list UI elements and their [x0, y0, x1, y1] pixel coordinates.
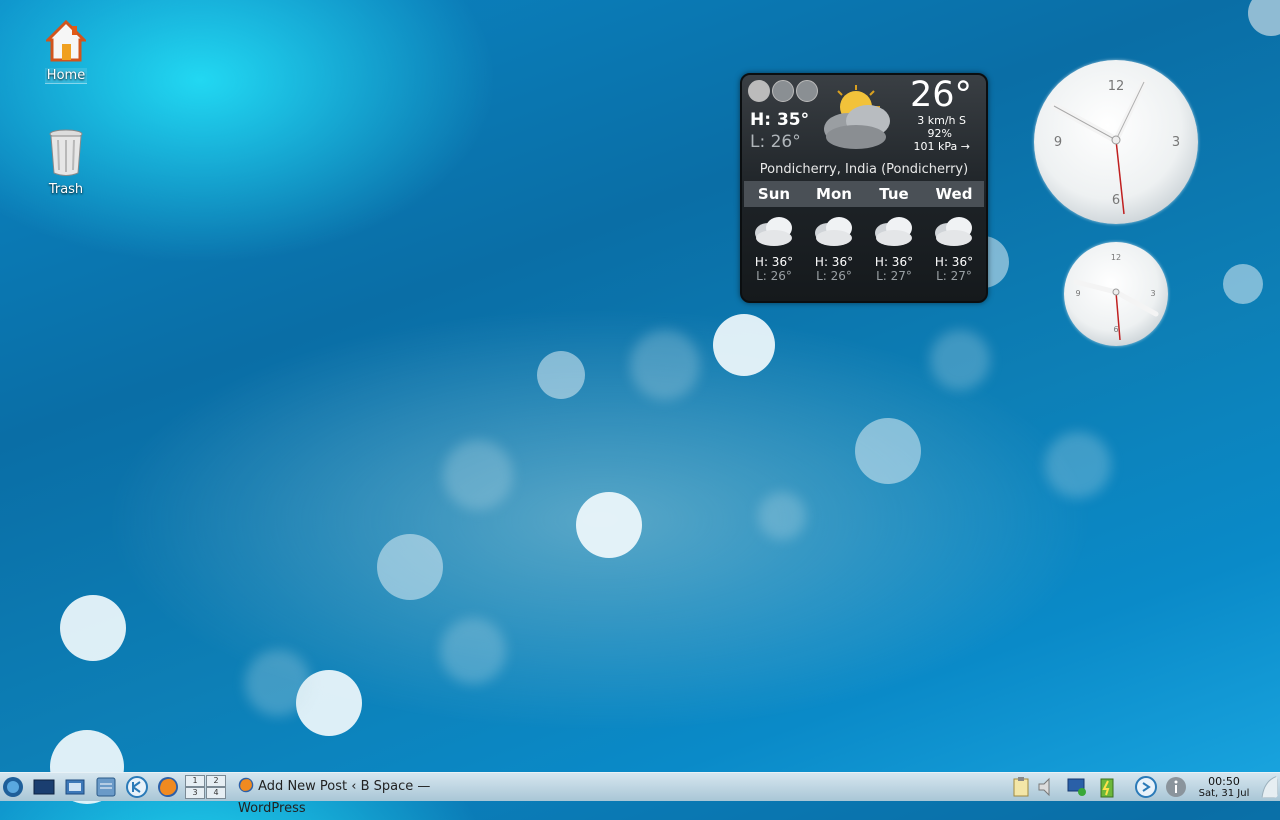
taskbar: 1 2 3 4 Add New Post ‹ B Space — WordPre…	[0, 772, 1280, 816]
pager-desktop[interactable]: 3	[185, 787, 205, 799]
pager-desktop[interactable]: 1	[185, 775, 205, 787]
weather-widget[interactable]: 26° H: 35° L: 26° 3 km/h S 92% 101 kPa →…	[740, 73, 988, 303]
firefox-icon	[238, 777, 254, 793]
panel-toolbox-icon[interactable]	[1260, 776, 1278, 798]
analog-clock-small[interactable]: 12 3 6 9	[1064, 242, 1168, 346]
clock-numeral: 12	[1111, 253, 1121, 262]
wind-speed: 3 km/h S	[917, 114, 966, 127]
file-manager-icon[interactable]	[95, 776, 117, 798]
clock-numeral: 12	[1108, 79, 1125, 94]
show-desktop-icon[interactable]	[33, 776, 55, 798]
forecast-days-header: Sun Mon Tue Wed	[744, 181, 984, 207]
clipboard-icon[interactable]	[1010, 776, 1032, 798]
forecast-day: Mon	[816, 185, 852, 203]
trash-icon	[49, 129, 83, 176]
konqueror-icon[interactable]	[126, 776, 148, 798]
forecast-low: L: 27°	[876, 269, 912, 283]
forecast-high: H: 36°	[814, 255, 854, 269]
globe-icon[interactable]	[796, 80, 818, 102]
desktop-icon-label: Home	[44, 68, 88, 84]
pressure: 101 kPa →	[913, 140, 970, 153]
clock-numeral: 3	[1172, 135, 1180, 150]
sun-icon[interactable]	[748, 80, 770, 102]
analog-clock-large[interactable]: 12 3 6 9	[1034, 60, 1198, 224]
pager-desktop[interactable]: 2	[206, 775, 226, 787]
cloudy-icon	[755, 217, 792, 246]
cloudy-icon	[935, 217, 972, 246]
clock-face-icon: 12 3 6 9	[1073, 253, 1159, 341]
partly-cloudy-icon	[824, 85, 890, 149]
forecast-list: H: 36° L: 26° H: 36° L: 26° H: 36° L: 27…	[744, 211, 984, 283]
volume-icon[interactable]	[1036, 776, 1058, 798]
forecast-day: Sun	[757, 185, 791, 203]
task-title: Add New Post ‹ B Space — WordPress	[238, 779, 431, 816]
current-temperature: 26°	[909, 75, 972, 115]
clock-face-icon: 12 3 6 9	[1050, 79, 1180, 215]
clock-numeral: 6	[1112, 193, 1120, 208]
cloudy-icon	[875, 217, 912, 246]
forecast-item: H: 36° L: 26°	[744, 211, 804, 283]
home-folder-icon	[44, 19, 88, 62]
pager-desktop[interactable]: 4	[206, 787, 226, 799]
location-label: Pondicherry, India (Pondicherry)	[759, 162, 969, 177]
desktop-icon-trash[interactable]: Trash	[36, 128, 96, 197]
today-low: L: 26°	[750, 132, 801, 152]
desktop-icon-home[interactable]: Home	[36, 19, 96, 84]
clock-numeral: 9	[1075, 289, 1080, 298]
kde-menu-icon[interactable]	[2, 776, 24, 798]
forecast-item: H: 36° L: 27°	[864, 211, 924, 283]
notifications-icon[interactable]	[1165, 776, 1187, 798]
forecast-day: Tue	[879, 185, 909, 203]
firefox-icon[interactable]	[157, 776, 179, 798]
taskbar-task-firefox[interactable]: Add New Post ‹ B Space — WordPress	[238, 776, 498, 816]
forecast-high: H: 36°	[754, 255, 794, 269]
forecast-high: H: 36°	[934, 255, 974, 269]
battery-icon[interactable]	[1096, 776, 1118, 798]
forecast-high: H: 36°	[874, 255, 914, 269]
humidity: 92%	[927, 127, 952, 140]
taskbar-clock[interactable]: 00:50 Sat, 31 Jul	[1188, 773, 1260, 799]
forecast-low: L: 26°	[816, 269, 852, 283]
clock-time: 00:50	[1208, 775, 1240, 788]
info-icon[interactable]	[772, 80, 794, 102]
virtual-desktop-pager[interactable]: 1 2 3 4	[185, 775, 227, 799]
clock-numeral: 3	[1150, 289, 1155, 298]
system-settings-icon[interactable]	[64, 776, 86, 798]
cloudy-icon	[815, 217, 852, 246]
today-high: H: 35°	[750, 110, 810, 130]
forecast-day: Wed	[935, 185, 973, 203]
forecast-item: H: 36° L: 26°	[804, 211, 864, 283]
clock-date: Sat, 31 Jul	[1198, 788, 1250, 799]
clock-numeral: 9	[1054, 135, 1062, 150]
clock-numeral: 6	[1113, 325, 1118, 334]
forecast-item: H: 36° L: 27°	[924, 211, 984, 283]
network-icon[interactable]	[1066, 776, 1088, 798]
forecast-low: L: 27°	[936, 269, 972, 283]
desktop-icon-label: Trash	[48, 182, 84, 197]
klipper-icon[interactable]	[1135, 776, 1157, 798]
forecast-low: L: 26°	[756, 269, 792, 283]
